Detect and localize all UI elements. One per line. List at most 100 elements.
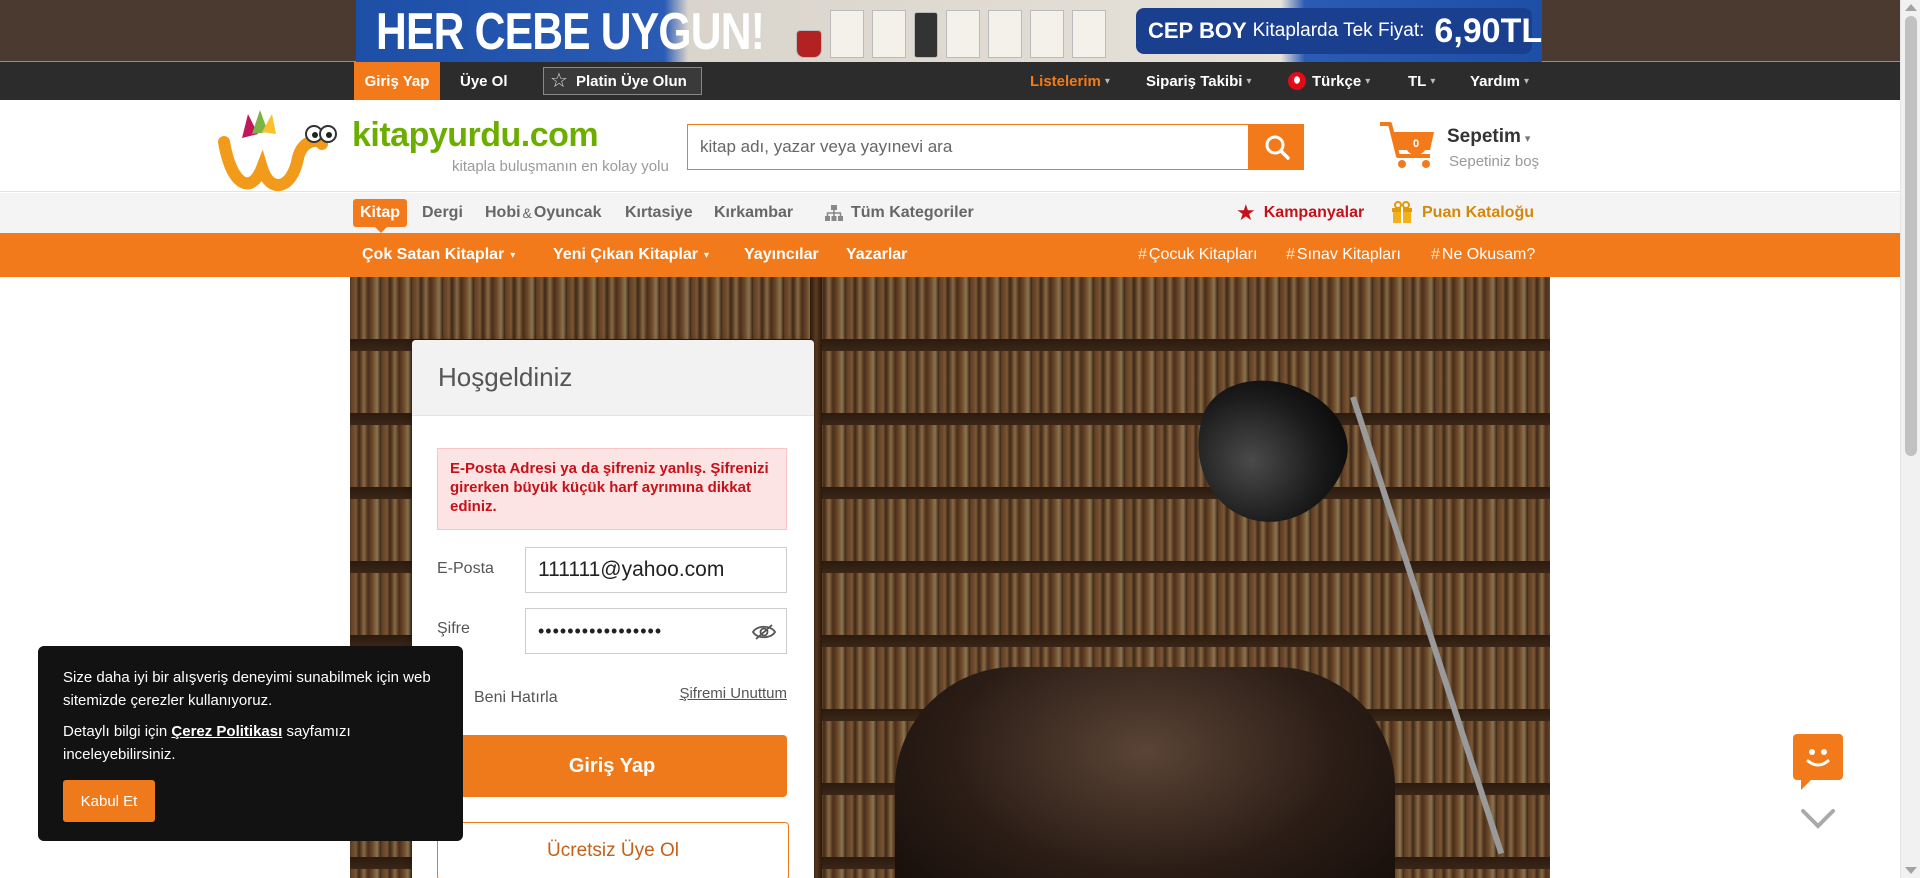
language-label: Türkçe	[1312, 72, 1362, 90]
chevron-down-icon: ▾	[703, 249, 709, 261]
chevron-down-icon[interactable]	[1800, 808, 1836, 830]
login-title: Hoşgeldiniz	[412, 340, 814, 416]
signup-link[interactable]: Üye Ol	[452, 62, 516, 100]
points-catalog-label: Puan Kataloğu	[1422, 204, 1535, 221]
tab-dergi[interactable]: Dergi	[422, 193, 463, 233]
remember-label: Beni Hatırla	[474, 689, 558, 706]
cart-status: Sepetiniz boş	[1449, 153, 1540, 170]
tab-kitap[interactable]: Kitap	[353, 199, 407, 233]
lamp-image	[1177, 362, 1363, 542]
sitemap-icon	[825, 205, 843, 221]
tab-kirtasiye[interactable]: Kırtasiye	[625, 193, 693, 233]
star-icon: ★	[1236, 200, 1256, 225]
tag-label: Ne Okusam?	[1441, 246, 1536, 263]
hash-icon: #	[1286, 246, 1295, 263]
tab-kirkambar[interactable]: Kırkambar	[714, 193, 793, 233]
chat-widget-button[interactable]	[1793, 734, 1843, 790]
promo-banner[interactable]: HER CEBE UYGUN! CEP BOY Kitaplarda Tek F…	[356, 0, 1542, 62]
tab-oyuncak-label: Oyuncak	[533, 204, 602, 221]
tag-ne-okusam[interactable]: # Ne Okusam?	[1431, 233, 1535, 277]
category-bar: Kitap Dergi Hobi & Oyuncak Kırtasiye Kır…	[0, 193, 1900, 233]
chevron-down-icon: ▾	[1524, 133, 1531, 145]
nav-authors[interactable]: Yazarlar	[846, 233, 907, 277]
cookie-message: Size daha iyi bir alışveriş deneyimi sun…	[63, 669, 431, 709]
book-image	[946, 10, 980, 58]
search-box	[687, 124, 1249, 170]
logo-mascot-icon[interactable]	[218, 108, 340, 192]
chevron-down-icon: ▾	[1104, 75, 1110, 87]
email-field[interactable]: 111111@yahoo.com	[525, 547, 787, 593]
banner-offer-text: Kitaplarda Tek Fiyat:	[1252, 20, 1425, 41]
page-scrollbar[interactable]	[1900, 0, 1920, 878]
banner-offer: CEP BOY Kitaplarda Tek Fiyat: 6,90TL	[1136, 8, 1542, 54]
lists-label: Listelerim	[1030, 72, 1101, 90]
order-tracking-menu[interactable]: Sipariş Takibi ▾	[1146, 62, 1251, 100]
tag-sinav-kitaplari[interactable]: # Sınav Kitapları	[1286, 233, 1401, 277]
banner-offer-brand: CEP BOY	[1148, 18, 1247, 43]
platin-button[interactable]: ☆ Platin Üye Olun	[543, 67, 702, 95]
book-image	[872, 10, 906, 58]
language-menu[interactable]: Türkçe ▾	[1288, 62, 1370, 100]
all-categories-link[interactable]: Tüm Kategoriler	[825, 193, 974, 233]
forgot-password-link[interactable]: Şifremi Unuttum	[679, 685, 787, 702]
campaigns-label: Kampanyalar	[1263, 204, 1365, 221]
campaigns-link[interactable]: ★ Kampanyalar	[1236, 193, 1364, 233]
nav-best-sellers-label: Çok Satan Kitaplar	[362, 246, 505, 263]
email-label: E-Posta	[437, 560, 494, 577]
password-field[interactable]: •••••••••••••••••	[525, 608, 787, 654]
currency-label: TL	[1408, 72, 1427, 90]
logo-tagline: kitapla buluşmanın en kolay yolu	[452, 158, 669, 175]
search-input[interactable]	[688, 125, 1248, 169]
order-tracking-label: Sipariş Takibi	[1146, 72, 1243, 90]
cookie-details: Detaylı bilgi için Çerez Politikası sayf…	[63, 720, 438, 766]
search-button[interactable]	[1249, 124, 1304, 170]
promo-banner-strip: HER CEBE UYGUN! CEP BOY Kitaplarda Tek F…	[0, 0, 1900, 62]
hash-icon: #	[1138, 246, 1147, 263]
scroll-down-arrow[interactable]	[1905, 867, 1917, 874]
nav-best-sellers[interactable]: Çok Satan Kitaplar ▾	[362, 233, 515, 277]
lists-menu[interactable]: Listelerim ▾	[1030, 62, 1110, 100]
login-submit-button[interactable]: Giriş Yap	[437, 735, 787, 797]
login-link[interactable]: Giriş Yap	[354, 62, 440, 100]
nav-publishers[interactable]: Yayıncılar	[744, 233, 819, 277]
book-image	[1072, 10, 1106, 58]
nav-new-releases-label: Yeni Çıkan Kitaplar	[553, 246, 698, 263]
cookie-accept-button[interactable]: Kabul Et	[63, 780, 155, 822]
currency-menu[interactable]: TL ▾	[1408, 62, 1435, 100]
cookie-policy-link[interactable]: Çerez Politikası	[171, 723, 282, 740]
search-icon	[1265, 135, 1290, 160]
book-image	[830, 10, 864, 58]
book-image	[1030, 10, 1064, 58]
scroll-up-arrow[interactable]	[1905, 4, 1917, 11]
smiley-chat-icon	[1806, 749, 1830, 767]
cart-menu[interactable]: Sepetim ▾	[1447, 126, 1530, 148]
login-error-message: E-Posta Adresi ya da şifreniz yanlış. Şi…	[437, 448, 787, 530]
chevron-down-icon: ▾	[1365, 75, 1371, 87]
armchair-image	[895, 667, 1395, 878]
chevron-down-icon: ▾	[1524, 75, 1530, 87]
book-image	[988, 10, 1022, 58]
user-bar: Giriş Yap Üye Ol ☆ Platin Üye Olun Liste…	[0, 62, 1900, 100]
banner-headline: HER CEBE UYGUN!	[376, 3, 765, 61]
scroll-thumb[interactable]	[1905, 16, 1917, 456]
logo-text[interactable]: kitapyurdu.com	[352, 116, 599, 155]
ampersand: &	[522, 205, 532, 221]
chevron-down-icon: ▾	[1246, 75, 1252, 87]
points-catalog-link[interactable]: Puan Kataloğu	[1390, 193, 1534, 233]
cart-count-badge: 0	[1405, 133, 1427, 155]
cart-title: Sepetim	[1447, 126, 1521, 147]
login-card: Hoşgeldiniz E-Posta Adresi ya da şifreni…	[412, 340, 814, 878]
tea-glass-image	[796, 30, 822, 58]
tag-cocuk-kitaplari[interactable]: # Çocuk Kitapları	[1138, 233, 1257, 277]
eye-off-icon[interactable]	[752, 623, 776, 641]
tag-label: Çocuk Kitapları	[1148, 246, 1258, 263]
tab-hobi-label: Hobi	[485, 204, 521, 221]
help-menu[interactable]: Yardım ▾	[1470, 62, 1529, 100]
free-signup-button[interactable]: Ücretsiz Üye Ol	[437, 822, 789, 878]
nav-new-releases[interactable]: Yeni Çıkan Kitaplar ▾	[553, 233, 709, 277]
banner-offer-price: 6,90TL	[1434, 11, 1542, 50]
tab-hobi-oyuncak[interactable]: Hobi & Oyuncak	[485, 193, 601, 233]
tag-label: Sınav Kitapları	[1296, 246, 1401, 263]
star-icon: ☆	[550, 70, 568, 92]
cookie-details-prefix: Detaylı bilgi için	[63, 723, 168, 740]
